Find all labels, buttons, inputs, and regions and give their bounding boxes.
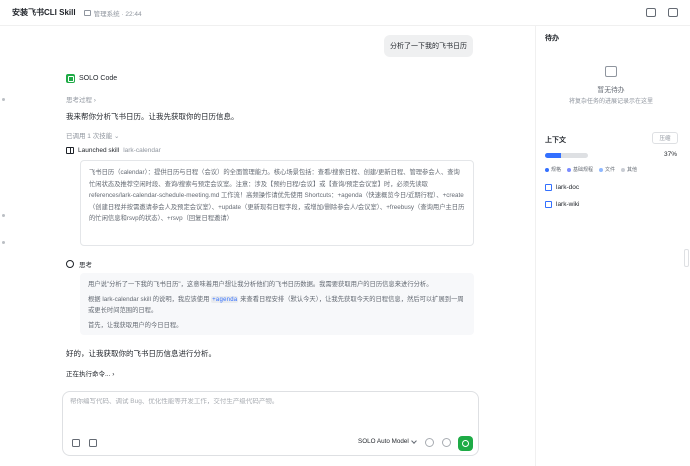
chevron-down-icon	[410, 437, 417, 444]
message-composer: SOLO Auto Model	[62, 391, 479, 456]
context-usage-percent: 37%	[664, 151, 678, 158]
sidebar-toggle-icon[interactable]	[668, 8, 678, 17]
context-item-label: lark-wiki	[556, 201, 580, 208]
window-title: 安装飞书CLI Skill	[12, 8, 76, 17]
panel-resize-handle[interactable]	[684, 249, 689, 267]
legend-dot	[599, 167, 604, 172]
user-message-bubble: 分析了一下我的飞书日历	[384, 35, 473, 57]
attach-icon[interactable]	[425, 438, 434, 447]
context-item-label: lark-doc	[556, 184, 580, 191]
launched-skill-row[interactable]: Launched skill lark-calendar	[66, 147, 161, 154]
context-item-lark-doc[interactable]: lark-doc	[545, 184, 579, 191]
edit-icon[interactable]	[72, 439, 80, 447]
rail-dot-active[interactable]	[2, 241, 5, 244]
legend-dot	[621, 167, 626, 172]
breadcrumb-label: 管理系统 · 22:44	[93, 10, 142, 18]
skill-description-box: 飞书日历（calendar）：提供日历与日程（会议）的全面管理能力。核心场景包括…	[80, 160, 474, 246]
legend-item: 其他	[621, 166, 637, 173]
compress-button[interactable]: 压缩	[652, 132, 678, 144]
thinking-box: 用户说"分析了一下我的飞书日历"，这意味着用户想让我分析他们的飞书日历数据。我需…	[80, 273, 474, 335]
agent-name: SOLO Code	[79, 75, 118, 82]
thinking-paragraph: 用户说"分析了一下我的飞书日历"，这意味着用户想让我分析他们的飞书日历数据。我需…	[88, 281, 433, 288]
agent-intro-text: 我来帮你分析飞书日历。让我先获取你的日历信息。	[66, 112, 239, 121]
image-icon[interactable]	[89, 439, 97, 447]
legend-label: 其他	[627, 167, 638, 173]
context-legend: 规格 基础规程 文件 其他	[545, 166, 637, 173]
folder-icon	[83, 9, 91, 16]
top-header: 安装飞书CLI Skill 管理系统 · 22:44	[0, 0, 690, 26]
model-selector[interactable]: SOLO Auto Model	[358, 437, 417, 445]
agent-header: SOLO Code	[66, 74, 117, 83]
thinking-process-toggle[interactable]: 思考过程 ›	[66, 94, 96, 104]
todo-title: 待办	[545, 35, 559, 42]
launched-label: Launched skill	[78, 147, 120, 154]
todo-empty-subtitle: 将复杂任务的进展记录示在这里	[568, 99, 653, 105]
breadcrumb[interactable]: 管理系统 · 22:44	[83, 8, 142, 18]
context-item-lark-wiki[interactable]: lark-wiki	[545, 201, 579, 208]
rail-dot[interactable]	[2, 98, 5, 101]
document-icon	[545, 184, 552, 191]
thinking-text: 根据 lark-calendar skill 的说明，我应该使用	[88, 295, 210, 303]
legend-dot	[567, 167, 572, 172]
running-command-status[interactable]: 正在执行命令... ›	[66, 368, 114, 378]
microphone-icon[interactable]	[442, 438, 451, 447]
model-name: SOLO Auto Model	[358, 438, 409, 445]
legend-item: 基础规程	[567, 166, 593, 173]
solo-code-icon	[66, 74, 75, 83]
clock-icon	[66, 260, 74, 268]
legend-label: 规格	[551, 167, 562, 173]
agenda-code: +agenda	[211, 295, 239, 303]
legend-dot	[545, 167, 549, 172]
document-icon	[545, 201, 552, 208]
legend-label: 基础规程	[573, 167, 594, 173]
legend-label: 文件	[605, 167, 616, 173]
legend-item: 规格	[545, 166, 561, 173]
thinking-paragraph: 根据 lark-calendar skill 的说明，我应该使用 +agenda…	[88, 294, 466, 317]
todo-empty-title: 暂无待办	[597, 87, 625, 94]
thinking-title: 思考	[79, 262, 92, 269]
todo-list-icon	[605, 66, 617, 77]
legend-item: 文件	[599, 166, 615, 173]
right-panel: 待办 暂无待办 将复杂任务的进展记录示在这里 上下文 压缩 37% 规格 基础规…	[535, 26, 690, 466]
tools-used-toggle[interactable]: 已调用 1 次技能 ⌄	[66, 130, 119, 140]
rail-dot[interactable]	[2, 214, 5, 217]
context-usage-bar	[545, 153, 588, 158]
send-button[interactable]	[458, 436, 473, 451]
launched-skill-name: lark-calendar	[123, 147, 161, 154]
prompt-input[interactable]	[70, 398, 470, 405]
header-actions	[646, 8, 678, 17]
agent-summary-text: 好的，让我获取你的飞书日历信息进行分析。	[66, 349, 216, 358]
context-title: 上下文	[545, 137, 566, 144]
context-usage-fill	[545, 153, 561, 158]
thinking-header[interactable]: 思考	[66, 259, 92, 269]
book-icon	[66, 147, 74, 154]
left-rail	[0, 26, 12, 466]
thinking-paragraph: 首先，让我获取用户的今日日程。	[88, 321, 183, 329]
window-icon[interactable]	[646, 8, 656, 17]
